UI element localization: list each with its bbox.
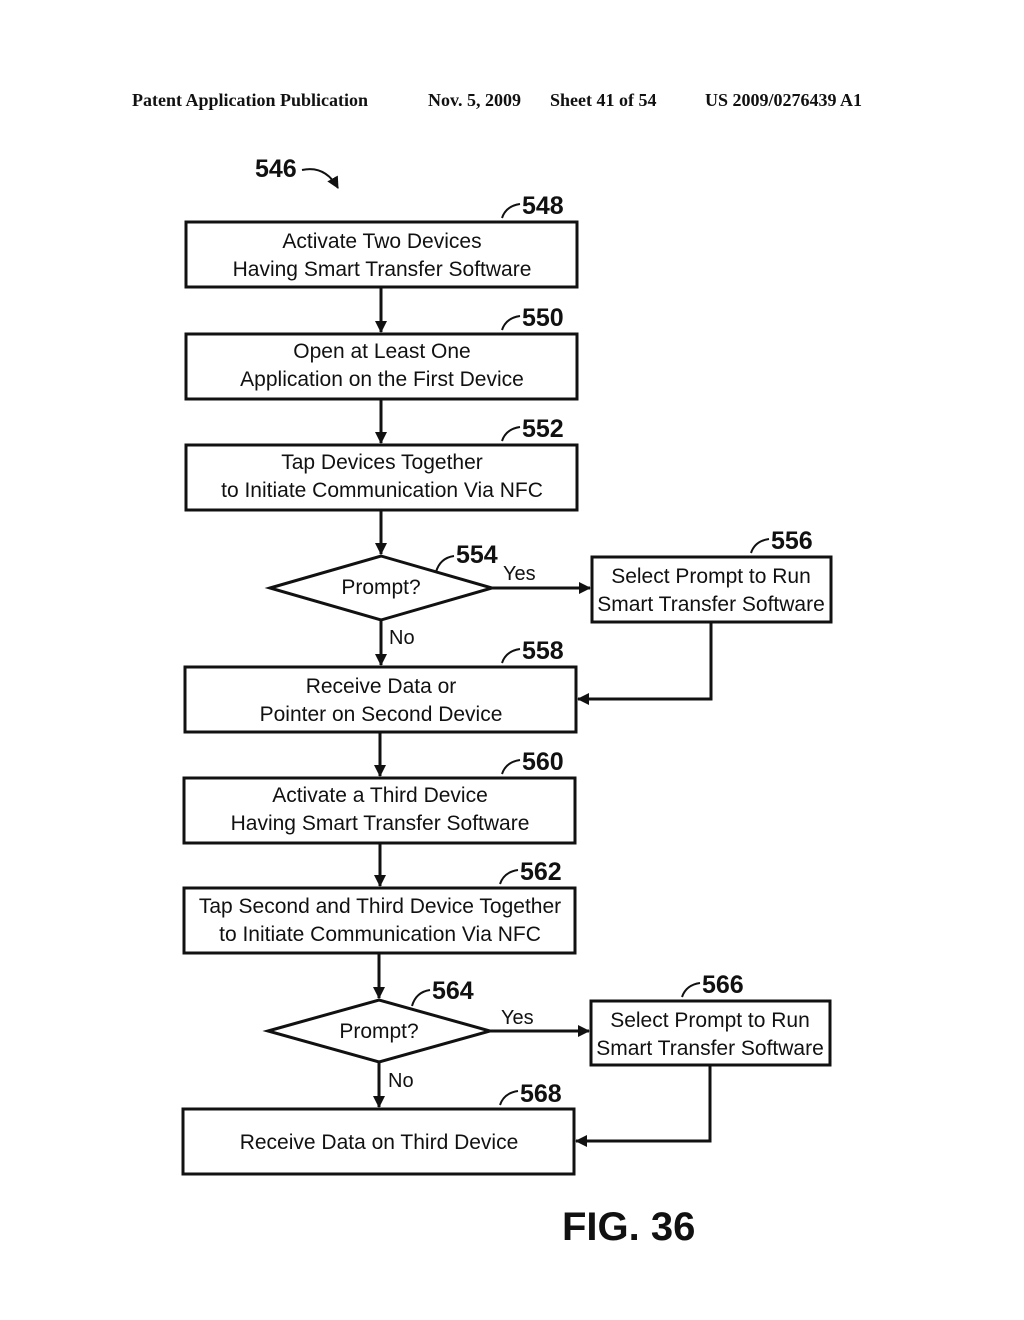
step-560-line2: Having Smart Transfer Software [231, 812, 530, 835]
step-550-line1: Open at Least One [293, 340, 470, 363]
figure-label: FIG. 36 [562, 1205, 695, 1249]
step-566-line1: Select Prompt to Run [610, 1009, 810, 1032]
step-562-line1: Tap Second and Third Device Together [199, 895, 561, 918]
ref-556: 556 [771, 527, 813, 555]
step-556: Select Prompt to Run Smart Transfer Soft… [590, 527, 833, 624]
ref-560: 560 [522, 748, 564, 776]
ref-558: 558 [522, 637, 564, 665]
ref-566: 566 [702, 971, 744, 999]
arrow-556-558 [577, 623, 713, 705]
arrow-566-568 [575, 1066, 712, 1147]
step-568-line1: Receive Data on Third Device [240, 1131, 519, 1154]
ref-550: 550 [522, 304, 564, 332]
step-552-line2: to Initiate Communication Via NFC [221, 479, 543, 502]
ref-552: 552 [522, 415, 564, 443]
label-no-554: No [389, 627, 415, 649]
ref-568: 568 [520, 1080, 562, 1108]
step-566-line2: Smart Transfer Software [596, 1037, 824, 1060]
step-566: Select Prompt to Run Smart Transfer Soft… [589, 971, 832, 1067]
ref-548: 548 [522, 192, 564, 220]
step-556-line2: Smart Transfer Software [597, 593, 825, 616]
ref-546-arrow [301, 168, 339, 189]
flowchart: 546 Activate Two Devices Having Smart Tr… [181, 155, 833, 1249]
step-548: Activate Two Devices Having Smart Transf… [184, 192, 579, 289]
decision-554: Prompt? 554 [264, 541, 498, 622]
label-yes-564: Yes [501, 1007, 534, 1029]
step-552-line1: Tap Devices Together [281, 451, 483, 474]
step-548-line2: Having Smart Transfer Software [233, 258, 532, 281]
step-560-line1: Activate a Third Device [272, 784, 488, 807]
label-yes-554: Yes [503, 563, 536, 585]
step-558-line2: Pointer on Second Device [260, 703, 503, 726]
step-550-line2: Application on the First Device [240, 368, 524, 391]
ref-546: 546 [255, 155, 297, 183]
decision-554-text: Prompt? [341, 576, 420, 599]
ref-554: 554 [456, 541, 498, 569]
step-558-line1: Receive Data or [306, 675, 457, 698]
decision-564-text: Prompt? [339, 1020, 418, 1043]
step-556-line1: Select Prompt to Run [611, 565, 811, 588]
step-548-line1: Activate Two Devices [282, 230, 481, 253]
step-562-line2: to Initiate Communication Via NFC [219, 923, 541, 946]
label-no-564: No [388, 1070, 414, 1092]
ref-562: 562 [520, 858, 562, 886]
ref-564: 564 [432, 977, 474, 1005]
